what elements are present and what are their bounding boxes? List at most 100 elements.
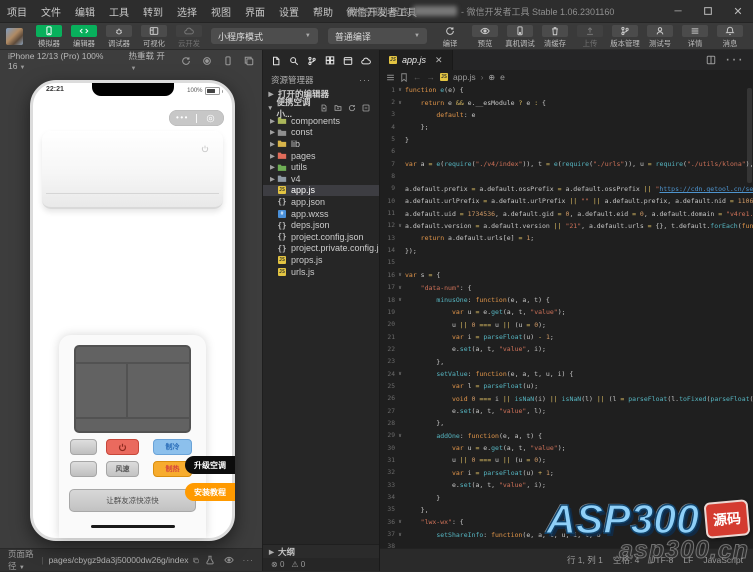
message-button[interactable]: 消息: [713, 25, 746, 48]
code-line-22[interactable]: 22 e.set(a, t, "value", i);: [380, 343, 753, 355]
code-line-18[interactable]: 18∨ minusOne: function(e, a, t) {: [380, 294, 753, 306]
file-app.js[interactable]: JSapp.js: [263, 185, 379, 197]
activity-search[interactable]: [289, 56, 299, 66]
code-line-10[interactable]: 10a.default.urlPrefix = a.default.urlPre…: [380, 195, 753, 207]
split-editor-icon[interactable]: [706, 55, 716, 65]
code-line-23[interactable]: 23 },: [380, 356, 753, 368]
close-circle-icon[interactable]: ◎: [197, 111, 224, 126]
fold-icon[interactable]: ∨: [395, 371, 405, 377]
maximize-button[interactable]: [693, 0, 723, 22]
hot-reload-select[interactable]: 热重载 开▼: [129, 50, 172, 72]
menu-item-7[interactable]: 界面: [238, 4, 272, 19]
code-line-35[interactable]: 35 },: [380, 504, 753, 516]
code-line-21[interactable]: 21 var i = parseFloat(u) - 1;: [380, 331, 753, 343]
fold-icon[interactable]: ∨: [395, 532, 405, 538]
remote-cool-button[interactable]: 制冷: [153, 439, 192, 455]
fold-icon[interactable]: ∨: [395, 297, 405, 303]
code-line-37[interactable]: 37∨ setShareInfo: function(e, a, t, u, i…: [380, 528, 753, 540]
code-line-6[interactable]: 6: [380, 146, 753, 158]
breadcrumb-symbol[interactable]: e: [500, 72, 505, 82]
minimize-button[interactable]: ─: [663, 0, 693, 22]
code-line-4[interactable]: 4 };: [380, 121, 753, 133]
more-icon[interactable]: •••: [169, 111, 196, 125]
code-line-24[interactable]: 24∨ setValue: function(e, a, t, u, i) {: [380, 368, 753, 380]
file-lib[interactable]: ▶lib: [263, 138, 379, 150]
fold-icon[interactable]: ∨: [395, 285, 405, 291]
code-line-3[interactable]: 3 default: e: [380, 109, 753, 121]
fold-icon[interactable]: ∨: [395, 223, 405, 229]
code-line-38[interactable]: 38: [380, 541, 753, 548]
compile-mode-select[interactable]: 普通编译 ▼: [328, 28, 427, 44]
more-button[interactable]: ···: [243, 555, 255, 565]
remote-blank-button-1[interactable]: [70, 439, 97, 455]
fold-icon[interactable]: ∨: [395, 433, 405, 439]
code-line-1[interactable]: 1∨function e(e) {: [380, 84, 753, 96]
version-button[interactable]: 版本管理: [608, 25, 641, 48]
menu-item-3[interactable]: 工具: [102, 4, 136, 19]
scrollbar-thumb[interactable]: [747, 88, 752, 183]
bookmark-icon[interactable]: [400, 73, 408, 82]
code-line-7[interactable]: 7var a = e(require("./v4/index")), t = e…: [380, 158, 753, 170]
menu-item-8[interactable]: 设置: [272, 4, 306, 19]
menu-item-1[interactable]: 文件: [34, 4, 68, 19]
code-line-5[interactable]: 5}: [380, 133, 753, 145]
menu-item-4[interactable]: 转到: [136, 4, 170, 19]
upgrade-ac-tag[interactable]: 升级空调: [185, 456, 235, 474]
cloud-dev-button[interactable]: 云开发: [172, 25, 205, 48]
refresh-explorer-button[interactable]: [347, 103, 357, 113]
status-item-0[interactable]: 行 1, 列 1: [567, 554, 603, 566]
fold-icon[interactable]: ∨: [395, 519, 405, 525]
file-project.private.config.js...[interactable]: {}project.private.config.js...: [263, 243, 379, 255]
activity-source-control[interactable]: [307, 56, 317, 66]
menu-icon[interactable]: [386, 73, 395, 82]
activity-explorer[interactable]: [271, 56, 281, 66]
compile-button[interactable]: 编译: [433, 25, 466, 48]
fold-icon[interactable]: ∨: [395, 87, 405, 93]
device-frame-button[interactable]: [223, 56, 233, 66]
menu-item-5[interactable]: 选择: [170, 4, 204, 19]
remote-power-button[interactable]: [106, 439, 139, 455]
code-line-16[interactable]: 16∨var s = {: [380, 269, 753, 281]
device-debug-button[interactable]: 真机调试: [503, 25, 536, 48]
code-line-9[interactable]: 9a.default.prefix = a.default.ossPrefix …: [380, 183, 753, 195]
code-line-33[interactable]: 33 e.set(a, t, "value", i);: [380, 479, 753, 491]
activity-window[interactable]: [343, 56, 353, 66]
record-button[interactable]: [202, 56, 212, 66]
file-utils[interactable]: ▶utils: [263, 161, 379, 173]
code-line-15[interactable]: 15: [380, 257, 753, 269]
file-const[interactable]: ▶const: [263, 127, 379, 139]
multi-window-button[interactable]: [244, 56, 254, 66]
file-deps.json[interactable]: {}deps.json: [263, 219, 379, 231]
code-line-11[interactable]: 11a.default.uid = 1734536, a.default.gid…: [380, 207, 753, 219]
code-line-20[interactable]: 20 u || 0 === u || (u = 0);: [380, 319, 753, 331]
more-icon[interactable]: ···: [359, 75, 371, 85]
code-line-2[interactable]: 2∨ return e && e.__esModule ? e : {: [380, 96, 753, 108]
problems-status[interactable]: ⊗ 0 ⚠ 0: [263, 558, 379, 571]
upload-button[interactable]: 上传: [573, 25, 606, 48]
rotate-button[interactable]: [181, 56, 191, 66]
fold-icon[interactable]: ∨: [395, 100, 405, 106]
status-item-3[interactable]: LF: [683, 555, 693, 565]
file-pages[interactable]: ▶pages: [263, 150, 379, 162]
file-app.wxss[interactable]: #app.wxss: [263, 208, 379, 220]
more-icon[interactable]: ···: [725, 51, 744, 69]
mode-select[interactable]: 小程序模式 ▼: [211, 28, 318, 44]
flask-button[interactable]: [205, 555, 215, 565]
code-area[interactable]: 1∨function e(e) {2∨ return e && e.__esMo…: [380, 84, 753, 548]
code-line-36[interactable]: 36∨ "lwx-wx": {: [380, 516, 753, 528]
arrow-right-icon[interactable]: →: [427, 72, 436, 82]
remote-blank-button-2[interactable]: [70, 461, 97, 477]
code-line-13[interactable]: 13 return a.default.urls[e] = 1;: [380, 232, 753, 244]
editor-button[interactable]: 编辑器: [67, 25, 100, 48]
clear-cache-button[interactable]: 清缓存: [538, 25, 571, 48]
eye-toggle-button[interactable]: [224, 555, 234, 565]
menu-item-9[interactable]: 帮助: [306, 4, 340, 19]
user-avatar[interactable]: [6, 28, 23, 45]
arrow-left-icon[interactable]: ←: [413, 72, 422, 82]
testid-button[interactable]: 测试号: [643, 25, 676, 48]
menu-item-2[interactable]: 编辑: [68, 4, 102, 19]
file-urls.js[interactable]: JSurls.js: [263, 266, 379, 278]
status-item-2[interactable]: UTF-8: [649, 555, 673, 565]
code-line-19[interactable]: 19 var u = e.get(a, t, "value");: [380, 306, 753, 318]
activity-cloud[interactable]: [361, 56, 371, 66]
